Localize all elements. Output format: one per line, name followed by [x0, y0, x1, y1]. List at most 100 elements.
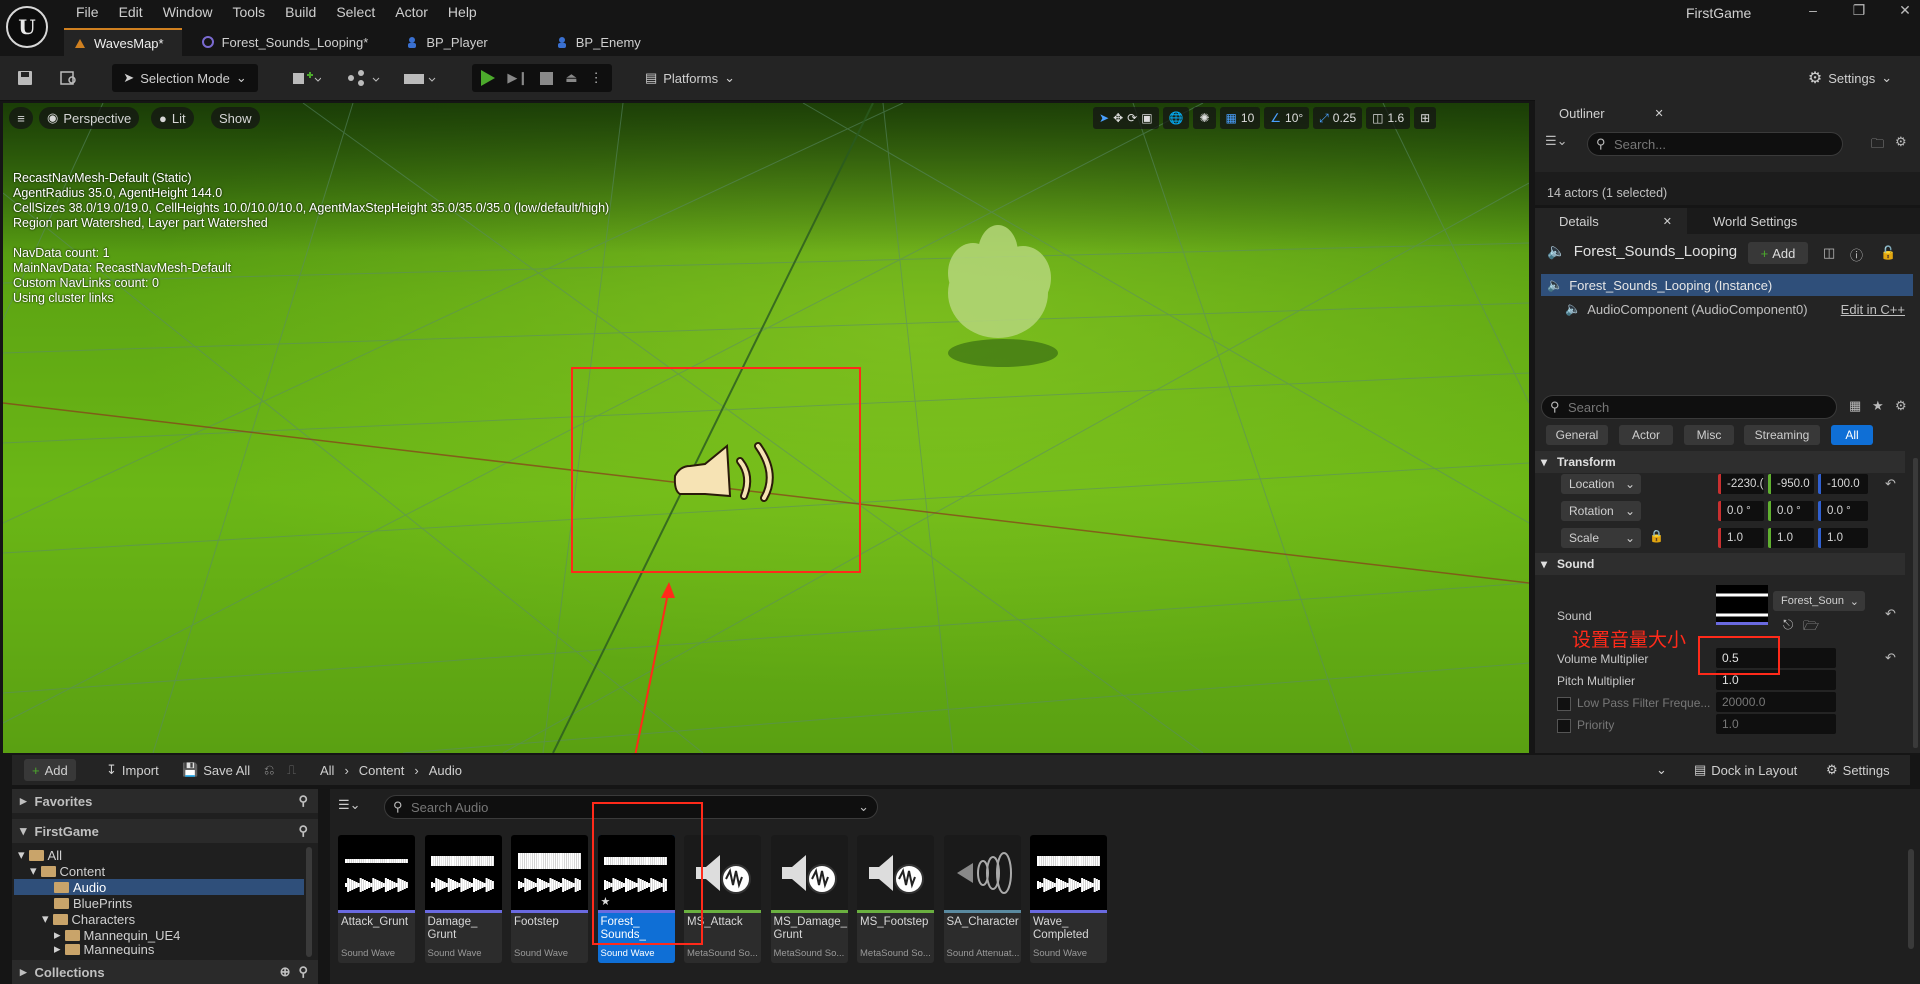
asset-tile[interactable]: Damage_ Grunt Sound Wave — [424, 835, 502, 963]
bush-actor[interactable] — [933, 223, 1063, 373]
camera-speed-button[interactable]: ◫ 1.6 — [1366, 107, 1411, 129]
rotation-dropdown[interactable]: Rotation ⌄ — [1561, 501, 1641, 521]
show-button[interactable]: Show — [211, 107, 260, 129]
component-instance-row[interactable]: 🔈 Forest_Sounds_Looping (Instance) — [1541, 274, 1913, 296]
gear-icon[interactable]: ⚙ — [1895, 134, 1907, 150]
collections-header[interactable]: ▸ Collections ⊕ ⚲ — [12, 960, 318, 984]
outliner-search-input[interactable]: ⚲ Search... — [1587, 132, 1843, 156]
platforms-dropdown[interactable]: ▤ Platforms ⌄ — [640, 64, 740, 92]
gear-icon[interactable]: ⚙ — [1895, 398, 1907, 414]
asset-scrollbar[interactable] — [1908, 849, 1914, 949]
import-button[interactable]: ↧ Import — [106, 759, 159, 781]
filter-all[interactable]: All — [1831, 425, 1873, 445]
search-icon[interactable]: ⚲ — [298, 793, 308, 809]
asset-tile[interactable]: MS_Footstep MetaSound So... — [857, 835, 934, 963]
filter-misc[interactable]: Misc — [1684, 425, 1734, 445]
asset-tile[interactable]: MS_Damage_ Grunt MetaSound So... — [770, 835, 848, 963]
unreal-logo-icon[interactable]: U — [6, 6, 48, 48]
save-all-button[interactable]: 💾 Save All — [182, 759, 250, 781]
back-icon[interactable]: ⎌ — [264, 759, 274, 781]
move-tool-icon[interactable]: ✥ — [1113, 111, 1123, 125]
tab-bp-player[interactable]: BP_Player — [396, 28, 505, 56]
cinematics-button[interactable] — [400, 64, 440, 92]
lock-icon[interactable]: 🔓 — [1880, 245, 1896, 261]
outliner-tab[interactable]: Outliner ✕ — [1535, 100, 1685, 126]
reset-icon[interactable]: ↶ — [1885, 650, 1896, 666]
edit-in-cpp-link[interactable]: Edit in C++ — [1841, 302, 1905, 317]
asset-tile[interactable]: SA_Character Sound Attenuat... — [943, 835, 1021, 963]
tree-item-all[interactable]: ▾ All — [18, 847, 62, 863]
star-icon[interactable]: ★ — [1872, 398, 1884, 414]
filter-general[interactable]: General — [1546, 425, 1608, 445]
scale-tool-icon[interactable]: ▣ — [1141, 111, 1152, 125]
lit-button[interactable]: ● Lit — [151, 107, 194, 129]
menu-file[interactable]: File — [66, 3, 109, 21]
menu-tools[interactable]: Tools — [222, 3, 275, 21]
surface-snap-button[interactable]: ✺ — [1193, 107, 1216, 129]
select-tool-icon[interactable]: ➤ — [1099, 111, 1109, 125]
menu-help[interactable]: Help — [438, 3, 487, 21]
play-icon[interactable] — [481, 70, 496, 86]
help-icon[interactable]: ⓘ — [1850, 245, 1863, 264]
scale-x-field[interactable]: 1.0 — [1718, 528, 1764, 548]
asset-tile[interactable]: Footstep Sound Wave — [511, 835, 588, 963]
menu-select[interactable]: Select — [326, 3, 385, 21]
browse-icon[interactable] — [58, 64, 80, 92]
priority-checkbox[interactable] — [1557, 719, 1571, 733]
tree-scrollbar[interactable] — [306, 847, 312, 957]
search-icon[interactable]: ⚲ — [298, 823, 308, 839]
scale-snap-button[interactable]: ⤢ 0.25 — [1313, 107, 1363, 129]
viewport-layout-button[interactable]: ⊞ — [1414, 107, 1437, 129]
tree-item-characters[interactable]: ▾ Characters — [42, 911, 135, 927]
add-folder-icon[interactable]: 🗀 — [1871, 135, 1884, 157]
grid-snap-button[interactable]: ▦ 10 — [1219, 107, 1261, 129]
project-header[interactable]: ▾ FirstGame ⚲ — [12, 819, 318, 843]
audio-component-row[interactable]: 🔈 AudioComponent (AudioComponent0) Edit … — [1565, 298, 1905, 320]
forward-icon[interactable]: ⎍ — [287, 759, 296, 781]
tab-forest-sounds[interactable]: Forest_Sounds_Looping* — [192, 28, 387, 56]
restore-icon[interactable]: ❐ — [1836, 2, 1882, 19]
settings-button[interactable]: ⚙ Settings ⌄ — [1808, 64, 1892, 92]
close-icon[interactable]: ✕ — [1655, 107, 1664, 120]
details-tab[interactable]: Details ✕ — [1535, 208, 1685, 234]
minimize-icon[interactable]: – — [1790, 2, 1836, 19]
more-options-icon[interactable]: ⋮ — [590, 70, 603, 86]
filter-streaming[interactable]: Streaming — [1744, 425, 1820, 445]
tab-bp-enemy[interactable]: BP_Enemy — [546, 28, 659, 56]
close-icon[interactable]: ✕ — [1882, 2, 1920, 19]
table-view-icon[interactable]: ▦ — [1849, 398, 1861, 414]
add-component-button[interactable]: + Add — [1748, 242, 1808, 264]
stop-icon[interactable] — [540, 71, 554, 85]
rotation-y-field[interactable]: 0.0 ° — [1768, 501, 1814, 521]
eject-icon[interactable]: ⏏ — [565, 70, 577, 86]
menu-actor[interactable]: Actor — [385, 3, 438, 21]
sound-thumbnail[interactable] — [1716, 585, 1768, 625]
blueprints-button[interactable] — [344, 64, 384, 92]
reset-icon[interactable]: ↶ — [1885, 476, 1896, 492]
filter-actor[interactable]: Actor — [1619, 425, 1673, 445]
tab-wavesmap[interactable]: WavesMap* — [64, 28, 182, 56]
tree-item-blueprints[interactable]: BluePrints — [54, 895, 132, 911]
scale-z-field[interactable]: 1.0 — [1818, 528, 1868, 548]
tree-item-mannequins[interactable]: ▸ Mannequins — [54, 943, 154, 955]
rotate-tool-icon[interactable]: ⟳ — [1127, 111, 1137, 125]
add-actor-button[interactable] — [286, 64, 326, 92]
advance-frame-icon[interactable]: ▶❙ — [507, 70, 528, 86]
plus-icon[interactable]: ⊕ — [280, 964, 291, 980]
world-space-button[interactable]: 🌐 — [1162, 107, 1190, 129]
lock-icon[interactable]: 🔒 — [1649, 529, 1664, 543]
perspective-button[interactable]: ◉ Perspective — [39, 107, 140, 129]
rotation-x-field[interactable]: 0.0 ° — [1718, 501, 1764, 521]
save-icon[interactable] — [14, 64, 36, 92]
reset-icon[interactable]: ↶ — [1885, 606, 1896, 622]
level-viewport[interactable]: ≡ ◉ Perspective ● Lit Show ➤ ✥ ⟳ ▣ 🌐 ✺ ▦… — [3, 103, 1529, 753]
lowpass-field[interactable]: 20000.0 — [1716, 692, 1836, 712]
sound-section-header[interactable]: ▾ Sound — [1535, 553, 1905, 575]
menu-window[interactable]: Window — [153, 3, 223, 21]
location-dropdown[interactable]: Location ⌄ — [1561, 474, 1641, 494]
location-z-field[interactable]: -100.0 — [1818, 474, 1868, 494]
viewport-menu-icon[interactable]: ≡ — [9, 107, 33, 129]
angle-snap-button[interactable]: ∠ 10° — [1264, 107, 1310, 129]
add-button[interactable]: + Add — [24, 759, 76, 781]
tree-item-mannequin-ue4[interactable]: ▸ Mannequin_UE4 — [54, 927, 180, 943]
